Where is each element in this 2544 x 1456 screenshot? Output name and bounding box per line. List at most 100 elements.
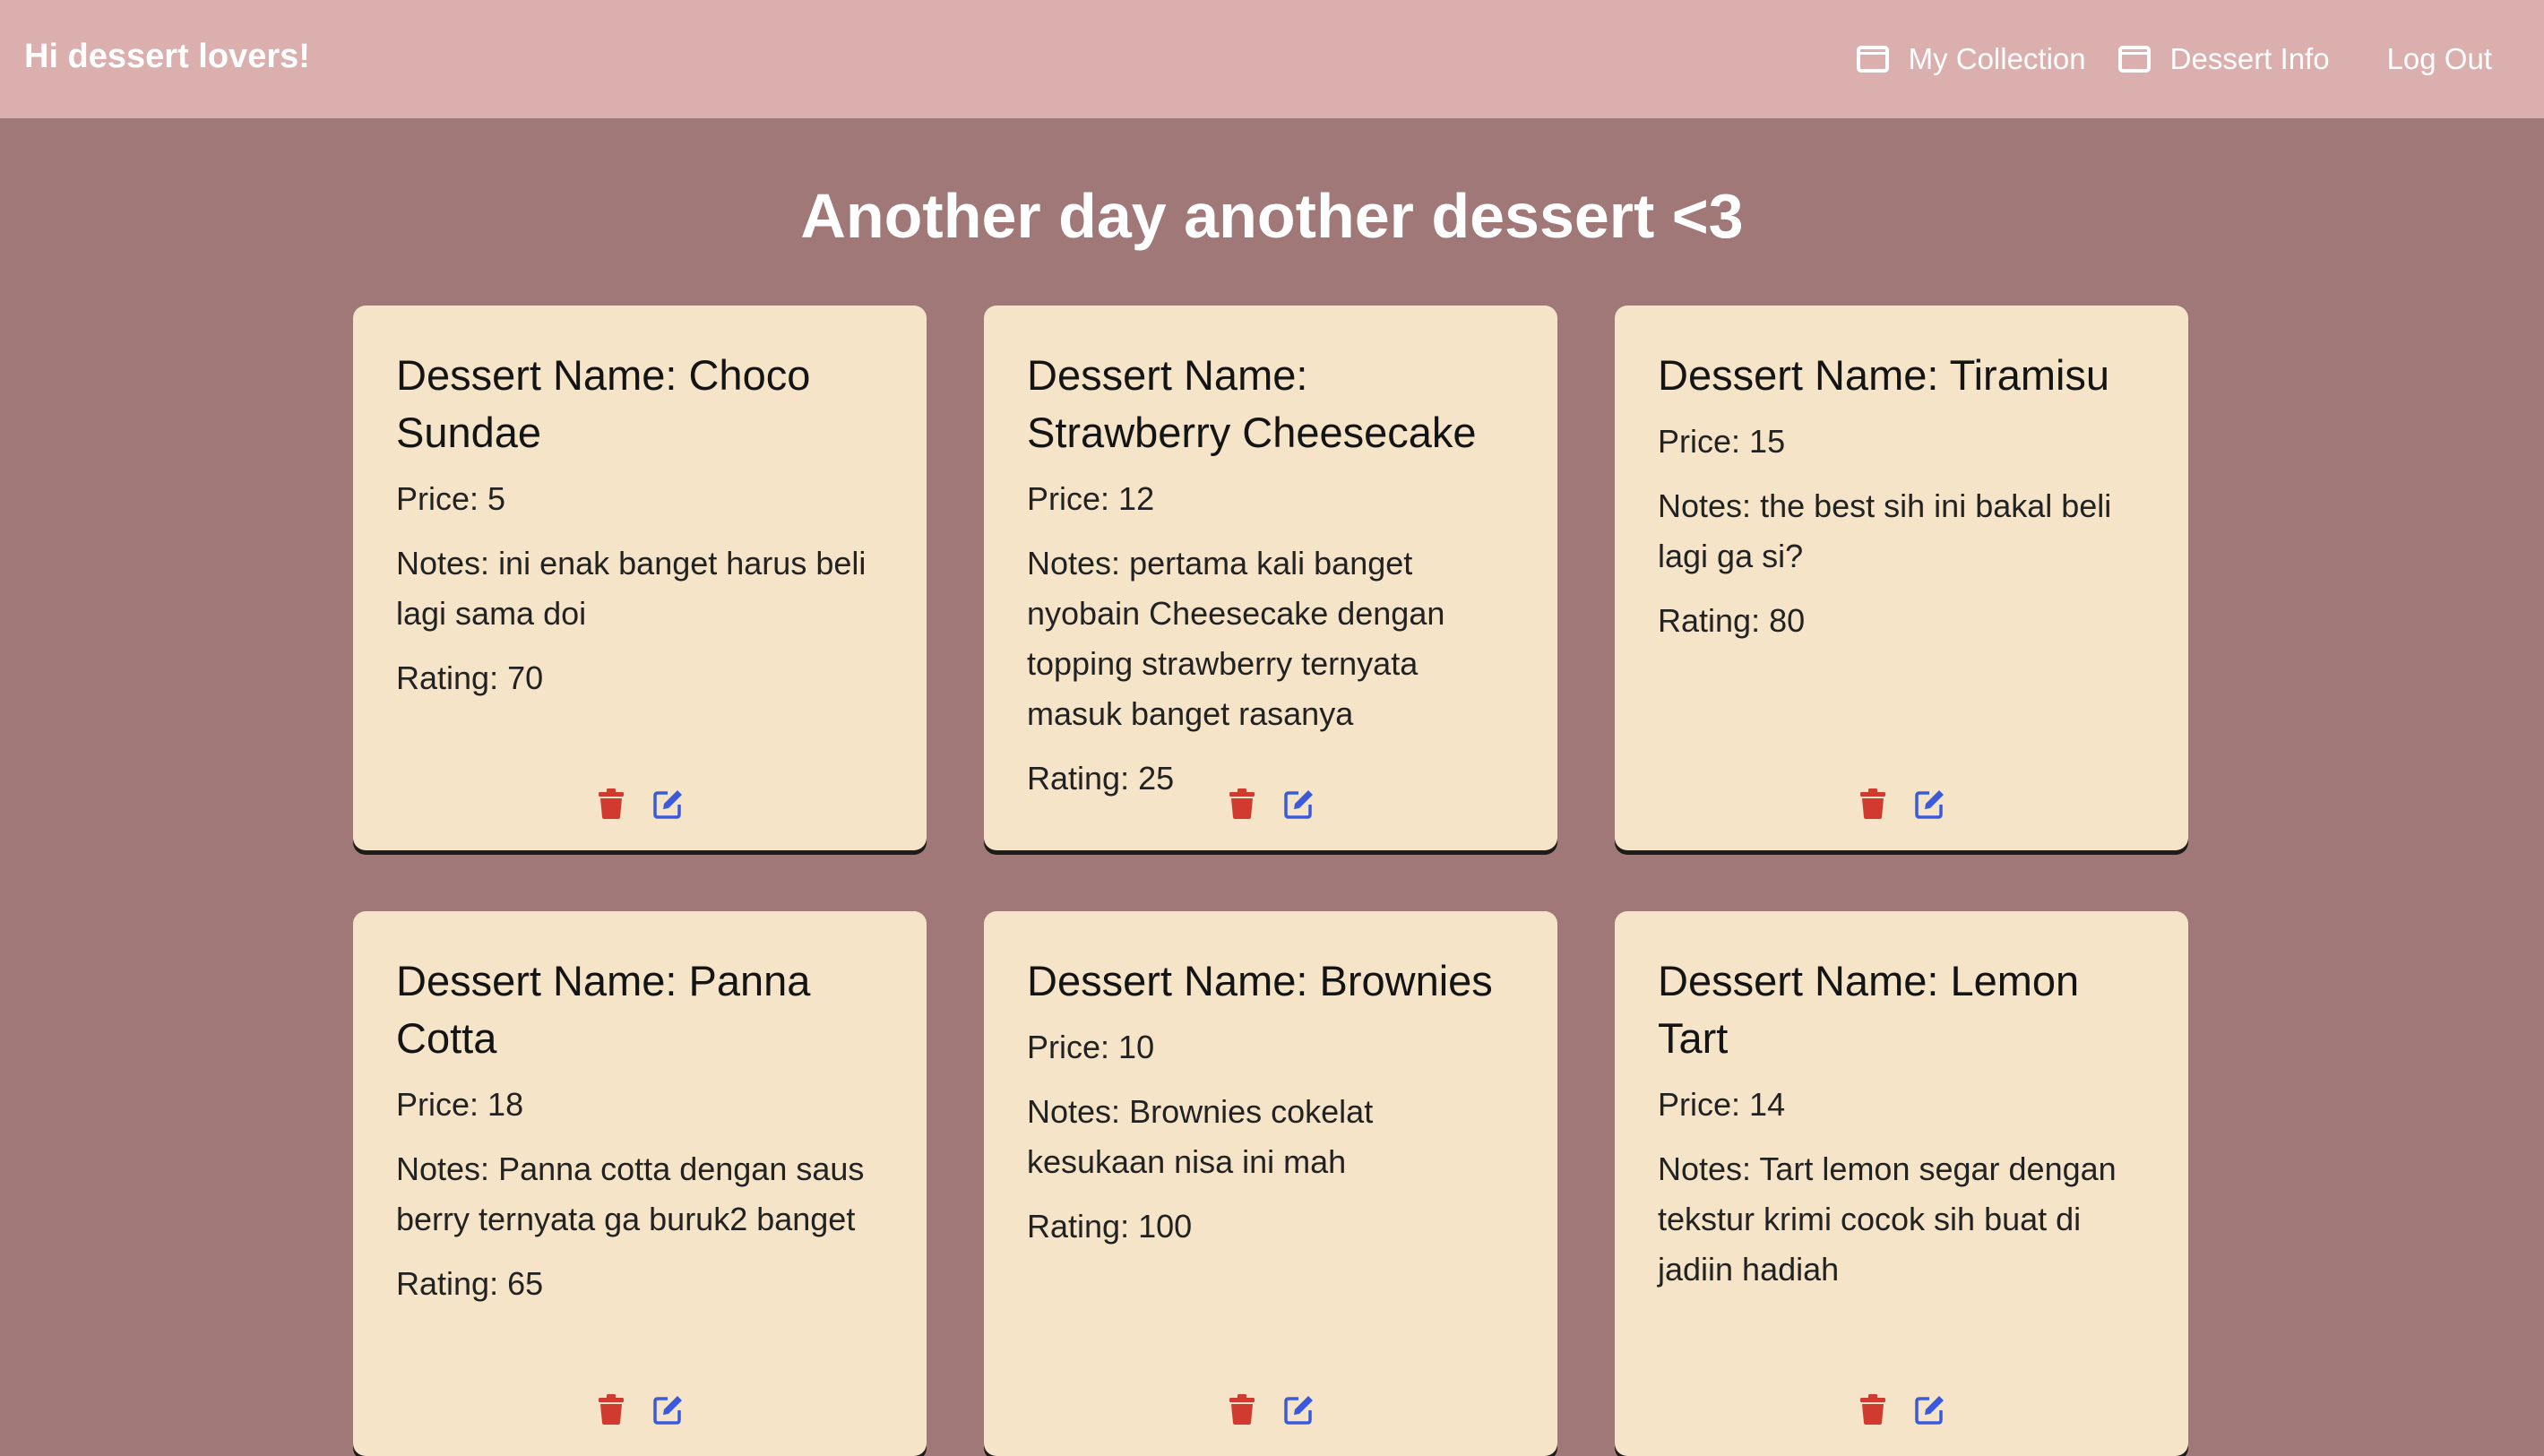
- navbar: Hi dessert lovers! My Collection Dessert…: [0, 0, 2544, 118]
- dessert-name: Dessert Name: Choco Sundae: [396, 347, 884, 461]
- dessert-price-label: Price:: [1658, 1086, 1741, 1123]
- trash-icon: [1860, 788, 1885, 819]
- dessert-rating: Rating: 65: [396, 1259, 884, 1309]
- dessert-notes-label: Notes:: [1027, 1093, 1121, 1130]
- trash-icon: [1860, 1394, 1885, 1425]
- nav-my-collection-label: My Collection: [1908, 42, 2086, 75]
- dessert-rating-label: Rating:: [1658, 602, 1761, 639]
- dessert-rating-value: 80: [1769, 602, 1806, 639]
- nav-links: My Collection Dessert Info Log Out: [1824, 0, 2492, 118]
- dessert-notes: Notes: Brownies cokelat kesukaan nisa in…: [1027, 1087, 1514, 1187]
- brand-title: Hi dessert lovers!: [24, 38, 310, 75]
- edit-button[interactable]: [1915, 788, 1945, 820]
- dessert-price-value: 18: [487, 1086, 524, 1123]
- nav-log-out-link[interactable]: Log Out: [2387, 42, 2492, 76]
- dessert-price-label: Price:: [1027, 1029, 1110, 1065]
- edit-button[interactable]: [653, 788, 684, 820]
- dessert-price: Price: 10: [1027, 1022, 1514, 1073]
- card-actions: [984, 1393, 1557, 1426]
- dessert-name-value: Strawberry Cheesecake: [1027, 409, 1477, 456]
- dessert-rating-value: 65: [507, 1265, 544, 1302]
- dessert-rating: Rating: 100: [1027, 1202, 1514, 1252]
- dessert-price: Price: 18: [396, 1080, 884, 1130]
- page-heading: Another day another dessert <3: [800, 181, 1744, 251]
- nav-dessert-info-label: Dessert Info: [2169, 42, 2330, 75]
- dessert-notes-label: Notes:: [1658, 1150, 1752, 1187]
- edit-icon: [1915, 1396, 1944, 1425]
- dessert-card: Dessert Name: Tiramisu Price: 15 Notes: …: [1615, 306, 2188, 850]
- dessert-notes: Notes: ini enak banget harus beli lagi s…: [396, 538, 884, 639]
- delete-button[interactable]: [1227, 1393, 1257, 1426]
- dessert-price-label: Price:: [396, 1086, 479, 1123]
- dessert-notes: Notes: pertama kali banget nyobain Chees…: [1027, 538, 1514, 739]
- dessert-name: Dessert Name: Tiramisu: [1658, 347, 2145, 404]
- dessert-notes-label: Notes:: [396, 545, 490, 582]
- trash-icon: [1229, 788, 1255, 819]
- delete-button[interactable]: [1858, 1393, 1888, 1426]
- dessert-price: Price: 5: [396, 474, 884, 524]
- dessert-price-value: 12: [1118, 480, 1155, 517]
- delete-button[interactable]: [596, 1393, 626, 1426]
- delete-button[interactable]: [1858, 788, 1888, 820]
- dessert-name: Dessert Name: Lemon Tart: [1658, 952, 2145, 1067]
- dessert-name-label: Dessert Name:: [396, 957, 677, 1004]
- dessert-card: Dessert Name: Choco Sundae Price: 5 Note…: [353, 306, 927, 850]
- dessert-card: Dessert Name: Brownies Price: 10 Notes: …: [984, 911, 1557, 1456]
- dessert-notes-label: Notes:: [1027, 545, 1121, 582]
- dessert-rating-label: Rating:: [396, 659, 499, 696]
- edit-icon: [653, 1396, 682, 1425]
- edit-button[interactable]: [653, 1393, 684, 1426]
- dessert-price: Price: 15: [1658, 417, 2145, 467]
- dessert-card: Dessert Name: Strawberry Cheesecake Pric…: [984, 306, 1557, 850]
- card-actions: [353, 1393, 927, 1426]
- card-actions: [353, 788, 927, 820]
- dessert-name-value: Tiramisu: [1949, 351, 2110, 399]
- edit-button[interactable]: [1284, 1393, 1315, 1426]
- card-actions: [1615, 1393, 2188, 1426]
- card-actions: [984, 788, 1557, 820]
- dessert-card-grid: Dessert Name: Choco Sundae Price: 5 Note…: [353, 306, 2188, 1456]
- dessert-notes: Notes: Panna cotta dengan saus berry ter…: [396, 1144, 884, 1245]
- dessert-price-label: Price:: [1658, 423, 1741, 460]
- dessert-name: Dessert Name: Panna Cotta: [396, 952, 884, 1067]
- nav-my-collection-link[interactable]: My Collection: [1856, 42, 2086, 76]
- dessert-notes: Notes: Tart lemon segar dengan tekstur k…: [1658, 1144, 2145, 1295]
- edit-button[interactable]: [1915, 1393, 1945, 1426]
- dessert-rating: Rating: 70: [396, 653, 884, 703]
- delete-button[interactable]: [1227, 788, 1257, 820]
- edit-icon: [1915, 790, 1944, 819]
- dessert-notes-label: Notes:: [1658, 487, 1752, 524]
- window-icon: [2117, 46, 2151, 73]
- edit-icon: [653, 790, 682, 819]
- nav-log-out-label: Log Out: [2386, 42, 2492, 75]
- edit-icon: [1284, 1396, 1313, 1425]
- dessert-name-label: Dessert Name:: [1027, 351, 1308, 399]
- trash-icon: [599, 788, 624, 819]
- dessert-notes: Notes: the best sih ini bakal beli lagi …: [1658, 481, 2145, 582]
- edit-button[interactable]: [1284, 788, 1315, 820]
- dessert-card: Dessert Name: Panna Cotta Price: 18 Note…: [353, 911, 927, 1456]
- dessert-price-value: 15: [1749, 423, 1786, 460]
- dessert-price-value: 5: [487, 480, 506, 517]
- dessert-rating: Rating: 80: [1658, 596, 2145, 646]
- dessert-name: Dessert Name: Strawberry Cheesecake: [1027, 347, 1514, 461]
- dessert-name-value: Brownies: [1319, 957, 1493, 1004]
- window-icon: [1856, 46, 1889, 73]
- dessert-name-label: Dessert Name:: [1658, 351, 1939, 399]
- dessert-price: Price: 14: [1658, 1080, 2145, 1130]
- dessert-rating-value: 70: [507, 659, 544, 696]
- dessert-name-label: Dessert Name:: [396, 351, 677, 399]
- dessert-price-label: Price:: [396, 480, 479, 517]
- nav-dessert-info-link[interactable]: Dessert Info: [2117, 42, 2330, 76]
- dessert-price: Price: 12: [1027, 474, 1514, 524]
- trash-icon: [1229, 1394, 1255, 1425]
- dessert-notes-label: Notes:: [396, 1150, 490, 1187]
- dessert-card: Dessert Name: Lemon Tart Price: 14 Notes…: [1615, 911, 2188, 1456]
- dessert-name-label: Dessert Name:: [1027, 957, 1308, 1004]
- dessert-name: Dessert Name: Brownies: [1027, 952, 1514, 1010]
- dessert-rating-value: 100: [1138, 1208, 1193, 1245]
- trash-icon: [599, 1394, 624, 1425]
- delete-button[interactable]: [596, 788, 626, 820]
- card-actions: [1615, 788, 2188, 820]
- dessert-name-label: Dessert Name:: [1658, 957, 1939, 1004]
